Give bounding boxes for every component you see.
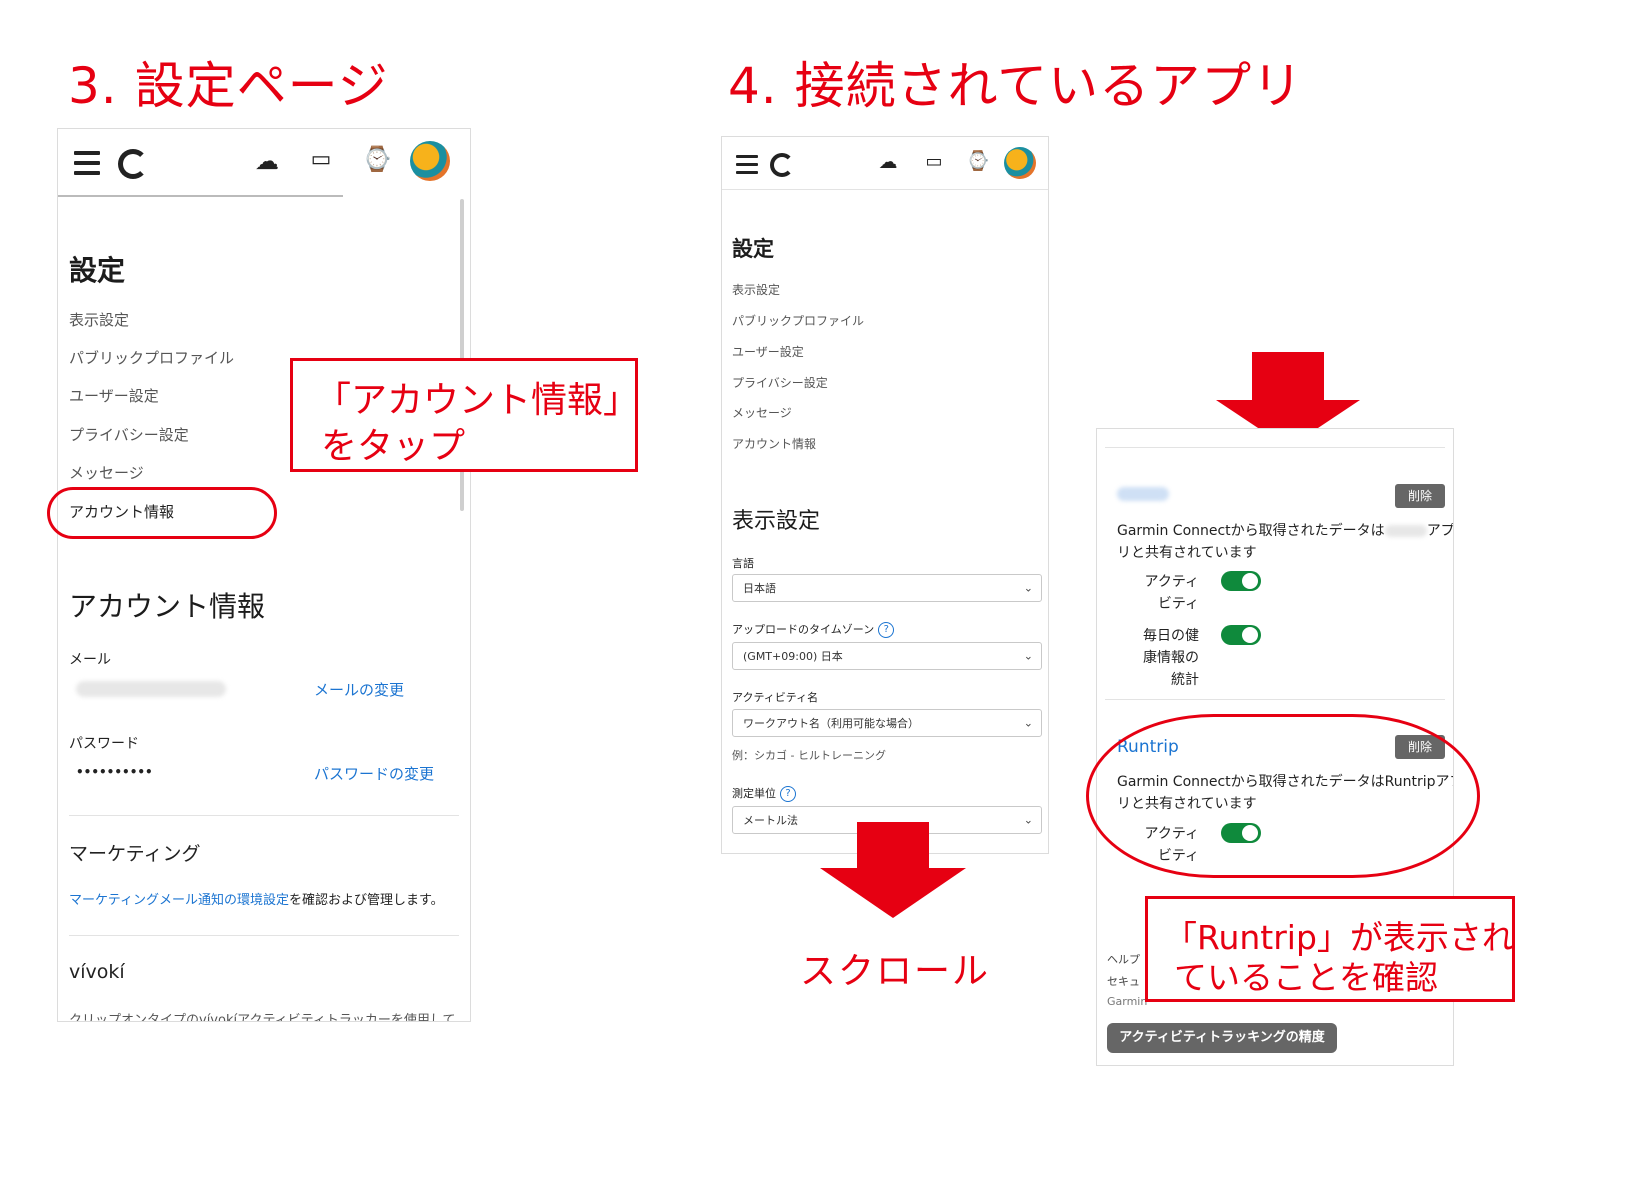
menu-account-info[interactable]: アカウント情報: [732, 435, 816, 452]
step4-title: 4. 接続されているアプリ: [728, 57, 1304, 115]
units-select-value: メートル法: [743, 814, 798, 827]
help-icon[interactable]: ?: [878, 622, 895, 638]
app1-activity-toggle-label: アクティビティ: [1135, 571, 1199, 615]
timezone-select-value: (GMT+09:00) 日本: [743, 650, 843, 663]
email-label: メール: [69, 652, 111, 668]
avatar[interactable]: [410, 141, 450, 181]
timezone-select[interactable]: (GMT+09:00) 日本 ⌄: [732, 642, 1042, 670]
language-label: 言語: [732, 557, 754, 570]
account-heading: アカウント情報: [69, 590, 266, 623]
activity-name-label: アクティビティ名: [732, 691, 819, 704]
menu-user-settings[interactable]: ユーザー設定: [69, 385, 159, 406]
display-settings-heading: 表示設定: [732, 509, 821, 534]
menu-privacy-settings[interactable]: プライバシー設定: [69, 424, 189, 445]
menu-public-profile[interactable]: パブリックプロファイル: [732, 312, 864, 329]
app1-name-blurred: [1117, 487, 1169, 501]
inbox-icon[interactable]: ▭: [306, 147, 336, 172]
section-divider: [1105, 699, 1445, 700]
menu-user-settings[interactable]: ユーザー設定: [732, 343, 804, 360]
label-line: 康情報の: [1143, 650, 1199, 666]
marketing-text: マーケティングメール通知の環境設定を確認および管理します。: [69, 889, 444, 908]
garmin-logo-icon[interactable]: [770, 153, 794, 177]
chevron-down-icon: ⌄: [1023, 716, 1033, 730]
menu-messages[interactable]: メッセージ: [732, 404, 792, 421]
upload-icon[interactable]: ☁: [876, 151, 900, 173]
callout-confirm-runtrip: 「Runtrip」が表示され ていることを確認: [1145, 896, 1515, 1002]
menu-icon[interactable]: [736, 155, 758, 174]
inbox-icon[interactable]: ▭: [922, 151, 946, 172]
timezone-label: アップロードのタイムゾーン?: [732, 621, 895, 638]
highlight-ring-runtrip: [1086, 714, 1480, 878]
callout-tap-account-line1: 「アカウント情報」: [315, 380, 640, 421]
app1-description-a: Garmin Connectから取得されたデータは: [1117, 523, 1385, 539]
units-label-text: 測定単位: [732, 787, 776, 800]
email-value-blurred: [76, 681, 226, 697]
app1-health-toggle-label: 毎日の健康情報の統計: [1135, 625, 1199, 691]
activity-tracking-accuracy-button[interactable]: アクティビティトラッキングの精度: [1107, 1023, 1337, 1053]
app1-health-toggle[interactable]: [1221, 625, 1261, 645]
highlight-ring-account: [47, 487, 277, 539]
step3-title: 3. 設定ページ: [68, 57, 389, 115]
password-value: ••••••••••: [76, 765, 153, 779]
app1-name-inline-blurred: [1384, 525, 1427, 537]
watch-icon[interactable]: ⌚: [966, 149, 990, 172]
app1-description: Garmin Connectから取得されたデータは アプ: [1117, 520, 1454, 540]
watch-icon[interactable]: ⌚: [362, 145, 392, 173]
settings-heading: 設定: [69, 254, 126, 287]
app1-description-b: アプ: [1426, 523, 1454, 539]
app1-description-line2: リと共有されています: [1117, 545, 1257, 561]
menu-display-settings[interactable]: 表示設定: [69, 309, 129, 330]
language-select[interactable]: 日本語 ⌄: [732, 574, 1042, 602]
chevron-down-icon: ⌄: [1023, 581, 1033, 595]
timezone-label-text: アップロードのタイムゾーン: [732, 623, 875, 636]
nav-divider: [58, 195, 343, 197]
garmin-logo-icon[interactable]: [118, 149, 148, 179]
callout-tap-account: 「アカウント情報」 をタップ: [290, 358, 640, 472]
marketing-link[interactable]: マーケティングメール通知の環境設定: [69, 893, 289, 908]
help-icon[interactable]: ?: [780, 786, 796, 802]
email-change-link[interactable]: メールの変更: [314, 679, 404, 700]
callout-tap-account-line2: をタップ: [321, 426, 466, 467]
upload-icon[interactable]: ☁: [252, 147, 282, 175]
activity-name-select[interactable]: ワークアウト名（利用可能な場合） ⌄: [732, 709, 1042, 737]
scroll-label: スクロール: [800, 951, 991, 992]
app1-delete-button[interactable]: 削除: [1395, 484, 1445, 508]
callout-confirm-runtrip-line2: ていることを確認: [1174, 958, 1438, 997]
label-line: 統計: [1171, 672, 1199, 688]
marketing-heading: マーケティング: [69, 843, 201, 865]
settings-page-panel: ☁ ▭ ⌚ 設定 表示設定 パブリックプロファイル ユーザー設定 プライバシー設…: [57, 128, 471, 1022]
label-line: ビティ: [1157, 596, 1199, 612]
display-settings-panel: ☁ ▭ ⌚ 設定 表示設定 パブリックプロファイル ユーザー設定 プライバシー設…: [721, 136, 1049, 854]
activity-name-select-value: ワークアウト名（利用可能な場合）: [743, 717, 919, 730]
top-nav-bar: ☁ ▭ ⌚: [58, 129, 470, 195]
vivoki-heading: vívokí: [69, 961, 125, 983]
footer-security-link[interactable]: セキュ: [1107, 973, 1140, 989]
marketing-suffix: を確認および管理します。: [288, 893, 444, 908]
scroll-down-arrow: [820, 822, 966, 918]
label-line: アクティ: [1144, 574, 1199, 590]
section-divider: [1105, 447, 1445, 448]
menu-display-settings[interactable]: 表示設定: [732, 281, 780, 298]
menu-icon[interactable]: [74, 151, 100, 175]
avatar[interactable]: [1004, 147, 1036, 179]
section-divider: [69, 815, 459, 816]
language-select-value: 日本語: [743, 582, 776, 595]
settings-heading: 設定: [732, 237, 774, 261]
vivoki-description: クリップオンタイプのvívokíアクティビティトラッカーを使用して: [69, 1013, 456, 1022]
section-divider: [69, 935, 459, 936]
menu-privacy-settings[interactable]: プライバシー設定: [732, 374, 828, 391]
chevron-down-icon: ⌄: [1023, 649, 1033, 663]
chevron-down-icon: ⌄: [1023, 813, 1033, 827]
top-nav-bar: ☁ ▭ ⌚: [722, 137, 1048, 190]
activity-name-example: 例：シカゴ - ヒルトレーニング: [732, 749, 886, 762]
app1-activity-toggle[interactable]: [1221, 571, 1261, 591]
password-label: パスワード: [69, 736, 139, 752]
menu-messages[interactable]: メッセージ: [69, 462, 144, 483]
footer-help-link[interactable]: ヘルプ: [1107, 951, 1140, 967]
password-change-link[interactable]: パスワードの変更: [314, 763, 434, 784]
footer-copyright: Garmin: [1107, 995, 1148, 1008]
menu-public-profile[interactable]: パブリックプロファイル: [69, 347, 234, 368]
label-line: 毎日の健: [1143, 628, 1199, 644]
units-label: 測定単位?: [732, 785, 796, 802]
